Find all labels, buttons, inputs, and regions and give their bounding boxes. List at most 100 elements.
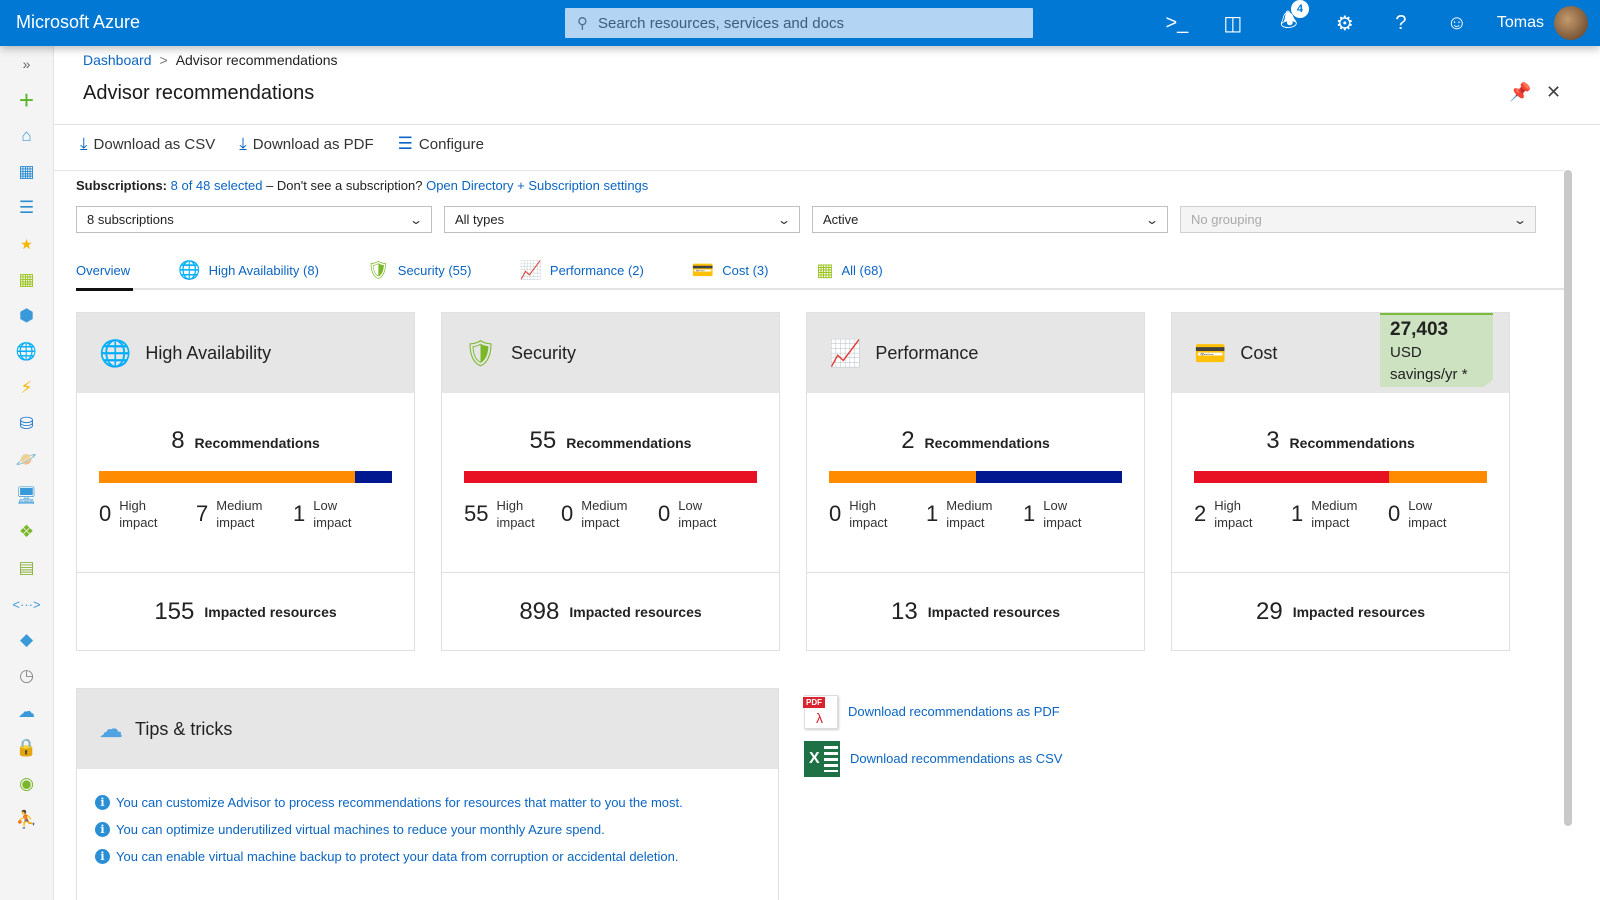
subscriptions-dropdown[interactable]: 8 subscriptions ⌄: [76, 206, 432, 233]
tip-link[interactable]: i You can optimize underutilized virtual …: [95, 816, 778, 843]
tip-link[interactable]: i You can enable virtual machine backup t…: [95, 843, 778, 870]
top-bar: Microsoft Azure ⚲ Search resources, serv…: [0, 0, 1600, 46]
card-title: Performance: [875, 342, 979, 363]
download-csv-button[interactable]: ⤓ Download as CSV: [80, 134, 215, 154]
impact-breakdown: 2 High impact 1 Medium impact 0 Low impact: [1194, 497, 1509, 531]
card-high-availability[interactable]: 🌐 High Availability 8 Recommendations 0 High…: [76, 312, 415, 651]
tab-performance[interactable]: 📈 Performance (2): [519, 251, 643, 289]
tab-label: Performance (2): [549, 262, 644, 278]
virtual-machines-icon[interactable]: 🖥: [0, 478, 53, 514]
grouping-dropdown[interactable]: No grouping ⌄: [1180, 206, 1536, 233]
impact-bar: [1194, 471, 1487, 483]
vertical-scrollbar[interactable]: [1564, 170, 1572, 826]
feedback-smiley-icon[interactable]: ☺: [1429, 12, 1485, 35]
impact-word: impact: [849, 515, 888, 530]
chevron-down-icon: ⌄: [408, 212, 424, 227]
open-directory-link[interactable]: Open Directory + Subscription settings: [426, 178, 648, 193]
impact-medium-count: 0: [561, 501, 574, 526]
cloud-shell-icon[interactable]: >_: [1149, 12, 1205, 35]
impact-word: impact: [678, 515, 717, 530]
tab-high-availability[interactable]: 🌐 High Availability (8): [178, 251, 319, 289]
configure-button[interactable]: ☰ Configure: [398, 134, 484, 154]
avatar[interactable]: [1554, 6, 1588, 40]
cosmos-db-icon[interactable]: 🪐: [0, 442, 53, 478]
impact-bar: [464, 471, 757, 483]
tab-overview[interactable]: Overview: [76, 251, 134, 291]
advisor-ribbon-icon: ☁: [99, 715, 123, 743]
directory-filter-icon[interactable]: ◫: [1205, 11, 1261, 36]
download-pdf-button[interactable]: ⤓ Download as PDF: [239, 134, 373, 154]
impacted-count: 13: [891, 597, 918, 625]
app-services-icon[interactable]: 🌐: [0, 334, 53, 370]
impacted-resources[interactable]: 155 Impacted resources: [77, 572, 414, 650]
card-performance[interactable]: 📈 Performance 2 Recommendations 0 High impact…: [806, 312, 1145, 651]
breadcrumb-dashboard[interactable]: Dashboard: [83, 52, 152, 68]
cost-management-icon[interactable]: ◉: [0, 766, 53, 802]
impacted-count: 155: [154, 597, 195, 625]
tip-text: You can enable virtual machine backup to…: [116, 849, 679, 864]
impact-high-label: High: [1214, 498, 1241, 513]
help-icon[interactable]: ?: [1373, 12, 1429, 35]
chevron-down-icon: ⌄: [1512, 212, 1528, 227]
home-icon[interactable]: ⌂: [0, 118, 53, 154]
tip-link[interactable]: i You can customize Advisor to process re…: [95, 789, 778, 816]
virtual-networks-icon[interactable]: <···>: [0, 586, 53, 622]
resource-groups-icon[interactable]: ⬢: [0, 298, 53, 334]
grouping-placeholder: No grouping: [1191, 212, 1262, 227]
favorites-star-icon[interactable]: ★: [0, 226, 53, 262]
monitor-gauge-icon[interactable]: ◷: [0, 658, 53, 694]
recommendations-summary: 3 Recommendations: [1172, 427, 1509, 455]
savings-period: savings/yr *: [1390, 366, 1468, 383]
download-csv-link[interactable]: X Download recommendations as CSV: [804, 735, 1062, 782]
tab-label: High Availability (8): [208, 262, 319, 278]
dashboard-icon[interactable]: ▦: [0, 154, 53, 190]
help-support-icon[interactable]: ⛹: [0, 802, 53, 838]
advisor-icon[interactable]: ☁: [0, 694, 53, 730]
load-balancers-icon[interactable]: ❖: [0, 514, 53, 550]
impact-low-count: 1: [1023, 501, 1036, 526]
azure-active-directory-icon[interactable]: ◆: [0, 622, 53, 658]
impacted-resources[interactable]: 898 Impacted resources: [442, 572, 779, 650]
brand-logo[interactable]: Microsoft Azure: [16, 12, 140, 33]
search-input[interactable]: ⚲ Search resources, services and docs: [565, 8, 1033, 38]
impact-medium-label: Medium: [1311, 498, 1358, 513]
card-cost[interactable]: 💳 Cost 27,403 USD savings/yr * 3 Recommend…: [1171, 312, 1510, 651]
impact-low: 1 Low impact: [1023, 497, 1120, 531]
recommendations-label: Recommendations: [924, 435, 1050, 451]
tab-all[interactable]: ▦ All (68): [816, 251, 882, 289]
expand-icon[interactable]: »: [0, 46, 53, 82]
types-dropdown[interactable]: All types ⌄: [444, 206, 800, 233]
tab-security[interactable]: 🛡 Security (55): [367, 251, 472, 289]
download-pdf-text: Download recommendations as PDF: [848, 704, 1060, 719]
subscriptions-selected-link[interactable]: 8 of 48 selected: [171, 178, 263, 193]
create-resource-icon[interactable]: +: [0, 82, 53, 118]
pin-icon[interactable]: 📌: [1509, 82, 1531, 103]
impact-word: impact: [1214, 515, 1253, 530]
security-center-icon[interactable]: 🔒: [0, 730, 53, 766]
sql-databases-icon[interactable]: ⛁: [0, 406, 53, 442]
impacted-resources[interactable]: 29 Impacted resources: [1172, 572, 1509, 650]
download-pdf-link[interactable]: PDF λ Download recommendations as PDF: [803, 688, 1062, 735]
status-dropdown[interactable]: Active ⌄: [812, 206, 1168, 233]
tab-cost[interactable]: 💳 Cost (3): [692, 251, 769, 289]
toolbar: ⤓ Download as CSV ⤓ Download as PDF ☰ Confi…: [80, 134, 484, 154]
all-services-icon[interactable]: ☰: [0, 190, 53, 226]
download-csv-label: Download as CSV: [93, 135, 216, 153]
storage-accounts-icon[interactable]: ▤: [0, 550, 53, 586]
close-icon[interactable]: ✕: [1546, 82, 1561, 103]
credit-card-icon: 💳: [691, 259, 715, 280]
recommendations-count: 55: [529, 427, 557, 454]
recommendations-label: Recommendations: [566, 435, 692, 451]
category-cards: 🌐 High Availability 8 Recommendations 0 High…: [76, 312, 1510, 651]
function-apps-icon[interactable]: ⚡: [0, 370, 53, 406]
notifications-icon[interactable]: 🕭 4: [1261, 0, 1317, 40]
all-resources-icon[interactable]: ▦: [0, 262, 53, 298]
user-name[interactable]: Tomas: [1497, 14, 1544, 32]
recommendations-label: Recommendations: [1289, 435, 1415, 451]
download-icon: ⤓: [239, 134, 247, 153]
impacted-resources[interactable]: 13 Impacted resources: [807, 572, 1144, 650]
settings-icon[interactable]: ⚙: [1317, 11, 1373, 36]
impact-word: impact: [1408, 515, 1447, 530]
toolbar-divider: [54, 170, 1564, 171]
card-security[interactable]: 🛡 Security 55 Recommendations 55 High impact 0…: [441, 312, 780, 651]
